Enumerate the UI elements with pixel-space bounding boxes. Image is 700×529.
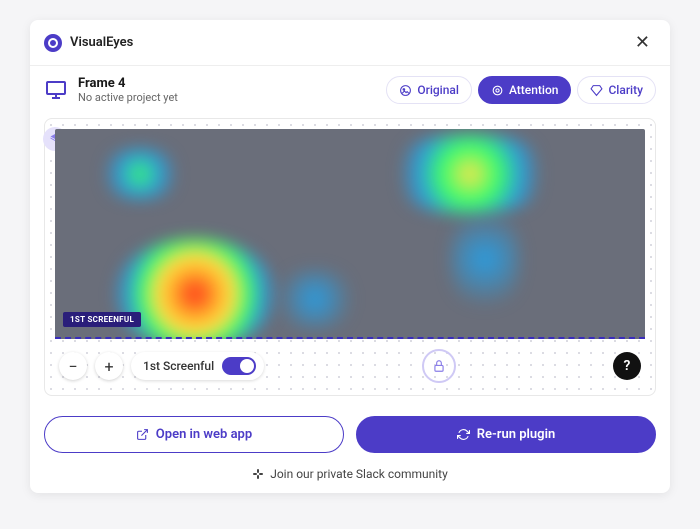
slack-icon [252,468,264,480]
close-icon[interactable]: ✕ [629,30,656,55]
app-title: VisualEyes [70,35,629,50]
tab-label: Clarity [608,83,643,97]
open-web-app-button[interactable]: Open in web app [44,416,344,453]
heatmap-preview: 1ST SCREENFUL [55,129,645,339]
help-button[interactable]: ? [613,352,641,380]
lock-icon [432,359,446,373]
external-link-icon [136,428,149,441]
button-label: Re-run plugin [477,427,555,442]
screenful-toggle[interactable] [222,357,256,375]
canvas-area: 1ST SCREENFUL − + 1st Screenful ? [44,118,656,396]
image-icon [399,84,412,97]
button-label: Open in web app [156,427,252,442]
app-logo [44,34,62,52]
toolbar: Frame 4 No active project yet Original A… [30,66,670,114]
refresh-icon [457,428,470,441]
view-tabs: Original Attention Clarity [386,76,656,104]
slack-link[interactable]: Join our private Slack community [270,467,448,481]
desktop-icon [44,78,68,102]
lock-button[interactable] [422,349,456,383]
tab-label: Original [417,83,459,97]
plugin-panel: VisualEyes ✕ Frame 4 No active project y… [30,20,670,493]
tab-original[interactable]: Original [386,76,472,104]
action-row: Open in web app Re-run plugin [30,406,670,463]
screenful-badge: 1ST SCREENFUL [63,312,141,327]
screenful-label: 1st Screenful [143,359,214,373]
tab-clarity[interactable]: Clarity [577,76,656,104]
frame-subtitle: No active project yet [78,91,386,104]
zoom-out-button[interactable]: − [59,352,87,380]
tab-label: Attention [509,83,559,97]
footer: Join our private Slack community [30,463,670,493]
header: VisualEyes ✕ [30,20,670,66]
rerun-plugin-button[interactable]: Re-run plugin [356,416,656,453]
canvas-controls: − + 1st Screenful ? [55,339,645,385]
tab-attention[interactable]: Attention [478,76,572,104]
frame-title: Frame 4 [78,76,386,91]
diamond-icon [590,84,603,97]
target-icon [491,84,504,97]
screenful-toggle-pill: 1st Screenful [131,352,264,380]
frame-info: Frame 4 No active project yet [78,76,386,104]
zoom-in-button[interactable]: + [95,352,123,380]
screenful-divider [55,337,645,339]
